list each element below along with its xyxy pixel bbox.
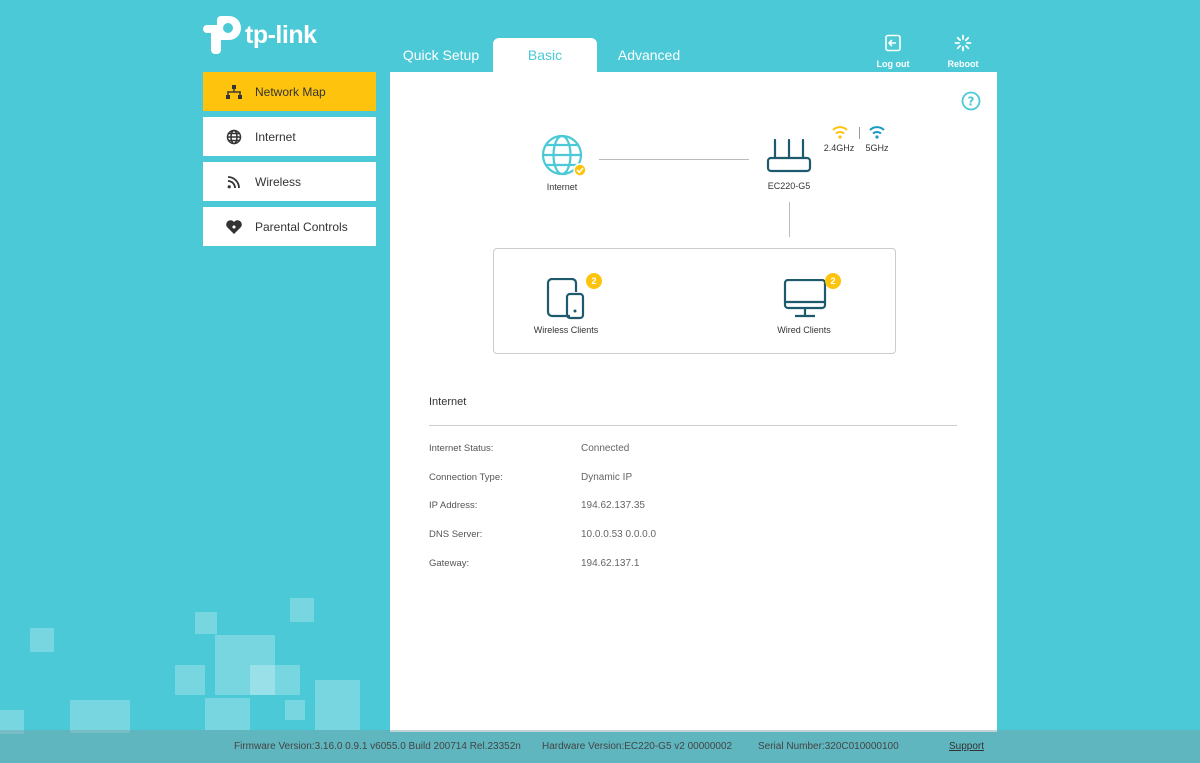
wifi-24ghz-icon [832, 126, 848, 139]
connection-line [599, 159, 749, 160]
globe-icon [225, 128, 243, 146]
divider [429, 425, 957, 426]
info-row-dns-server: DNS Server: 10.0.0.53 0.0.0.0 [429, 529, 929, 543]
decorative-square [175, 665, 205, 695]
decorative-square [205, 698, 250, 730]
info-key: Internet Status: [429, 443, 494, 454]
decorative-square [290, 598, 314, 622]
wired-clients-node[interactable] [783, 278, 827, 319]
footer: Firmware Version:3.16.0 0.9.1 v6055.0 Bu… [0, 730, 1200, 763]
support-link[interactable]: Support [949, 741, 984, 752]
sidebar-item-internet[interactable]: Internet [203, 117, 376, 156]
tp-link-logo-icon [203, 16, 241, 54]
globe-icon [541, 134, 587, 177]
info-key: DNS Server: [429, 529, 483, 540]
info-value: 10.0.0.53 0.0.0.0 [581, 529, 657, 540]
info-key: IP Address: [429, 500, 478, 511]
reboot-button[interactable]: Reboot [938, 34, 988, 69]
band-5ghz-label: 5GHz [865, 143, 889, 153]
sidebar-item-label: Internet [255, 129, 296, 144]
help-icon[interactable]: ? [961, 91, 981, 116]
firmware-version: Firmware Version:3.16.0 0.9.1 v6055.0 Bu… [234, 741, 521, 752]
connection-line [789, 202, 790, 237]
info-value: 194.62.137.1 [581, 558, 640, 569]
wifi-5ghz-icon [869, 126, 885, 139]
info-key: Gateway: [429, 558, 470, 569]
sidebar: Network Map Internet Wireless Parental C… [203, 72, 376, 252]
sidebar-item-label: Parental Controls [255, 219, 348, 234]
heart-icon [225, 218, 243, 236]
sidebar-item-label: Wireless [255, 174, 302, 189]
wireless-clients-node[interactable] [546, 277, 586, 320]
decorative-square [70, 700, 130, 733]
router-node-label: EC220-G5 [767, 181, 811, 191]
logo-text: tp-link [245, 20, 317, 49]
reboot-label: Reboot [947, 59, 979, 69]
wireless-clients-label: Wireless Clients [533, 325, 599, 335]
monitor-icon [783, 278, 827, 318]
info-row-connection-type: Connection Type: Dynamic IP [429, 472, 929, 486]
band-divider [859, 127, 860, 139]
band-24ghz-label: 2.4GHz [823, 143, 855, 153]
info-row-ip-address: IP Address: 194.62.137.35 [429, 500, 929, 514]
info-row-status: Internet Status: Connected [429, 443, 929, 457]
decorative-square [30, 628, 54, 652]
router-node[interactable] [765, 138, 813, 174]
internet-node[interactable] [540, 134, 588, 180]
sidebar-item-wireless[interactable]: Wireless [203, 162, 376, 201]
svg-text:?: ? [968, 95, 975, 109]
main-panel: ? Internet EC220-G5 2.4GHz 5GHz 2 Wirele… [390, 72, 997, 732]
info-row-gateway: Gateway: 194.62.137.1 [429, 558, 929, 572]
decorative-square [315, 680, 360, 730]
decorative-square [285, 700, 305, 720]
tab-quick-setup[interactable]: Quick Setup [389, 38, 493, 72]
info-value: Dynamic IP [581, 472, 633, 483]
decorative-square [195, 612, 217, 634]
sidebar-item-network-map[interactable]: Network Map [203, 72, 376, 111]
tab-advanced[interactable]: Advanced [597, 38, 701, 72]
logout-icon [885, 34, 901, 52]
wired-clients-label: Wired Clients [777, 325, 831, 335]
network-icon [225, 83, 243, 101]
tp-link-logo: tp-link [203, 16, 317, 54]
internet-section-title: Internet [429, 396, 467, 408]
info-key: Connection Type: [429, 472, 503, 483]
sidebar-item-parental-controls[interactable]: Parental Controls [203, 207, 376, 246]
clients-box: 2 Wireless Clients 2 Wired Clients [493, 248, 896, 354]
wired-clients-badge: 2 [825, 273, 841, 289]
serial-number: Serial Number:320C010000100 [758, 741, 899, 752]
tab-basic[interactable]: Basic [493, 38, 597, 72]
logout-button[interactable]: Log out [868, 34, 918, 69]
reboot-icon [954, 34, 972, 52]
tablet-phone-icon [546, 277, 585, 320]
logout-label: Log out [876, 59, 910, 69]
sidebar-item-label: Network Map [255, 84, 326, 99]
internet-node-label: Internet [546, 182, 578, 192]
info-value: 194.62.137.35 [581, 500, 645, 511]
wireless-clients-badge: 2 [586, 273, 602, 289]
main-tabs: Quick Setup Basic Advanced [389, 38, 701, 72]
router-icon [766, 138, 812, 173]
wifi-icon [225, 173, 243, 191]
hardware-version: Hardware Version:EC220-G5 v2 00000002 [542, 741, 733, 752]
info-value: Connected [581, 443, 630, 454]
decorative-square [250, 665, 300, 695]
